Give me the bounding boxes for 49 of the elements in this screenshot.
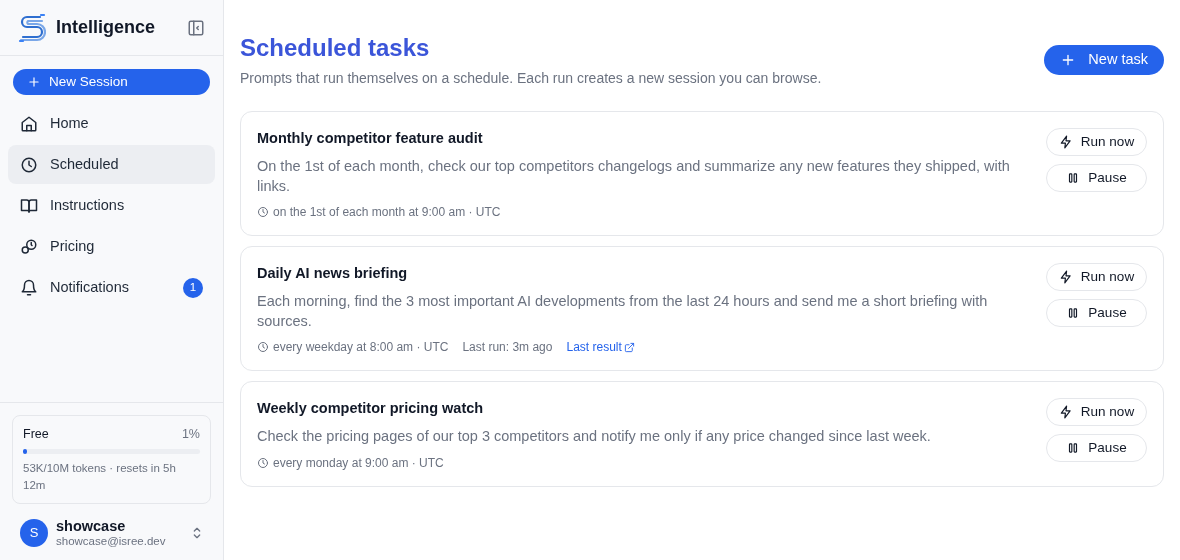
last-result-link[interactable]: Last result	[566, 338, 635, 357]
nav-item[interactable]: Pricing	[8, 227, 215, 266]
lightning-icon	[1058, 405, 1073, 420]
pause-button[interactable]: Pause	[1046, 163, 1147, 192]
home-icon	[20, 114, 38, 133]
nav-item[interactable]: Scheduled	[8, 145, 215, 184]
task-schedule: every weekday at 8:00 am · UTC	[273, 339, 449, 357]
book-icon	[20, 196, 38, 215]
sidebar-collapse-icon[interactable]	[187, 18, 205, 37]
task-schedule: on the 1st of each month at 9:00 am · UTC	[273, 204, 501, 222]
logo-icon	[18, 11, 46, 44]
user-avatar: S	[20, 519, 48, 548]
brand-name: Intelligence	[56, 16, 156, 39]
plan-name: Free	[23, 425, 49, 443]
bell-icon	[20, 278, 38, 297]
user-email: showcase@isree.dev	[56, 534, 166, 548]
page-subtitle: Prompts that run themselves on a schedule. Each run creates a new session you can browse.	[240, 68, 822, 88]
task-description: Each morning, find the 3 most important AI developments from the last 24 hours and send me a short briefing with sources.	[257, 291, 989, 332]
pause-button[interactable]: Pause	[1046, 434, 1147, 463]
task-description: On the 1st of each month, check our top competitors changelogs and summarize any new features they shipped, with links.	[257, 156, 1011, 196]
new-task-button[interactable]: New task	[1044, 45, 1164, 75]
pause-button[interactable]: Pause	[1046, 299, 1147, 328]
usage-percent: 1%	[181, 425, 200, 443]
nav-item[interactable]: Notifications 1	[8, 268, 215, 307]
new-session-button[interactable]: New Session	[13, 69, 210, 95]
run-now-button[interactable]: Run now	[1046, 398, 1147, 427]
usage-detail: 53K/10M tokens · resets in 5h 12m	[23, 460, 177, 493]
run-now-button[interactable]: Run now	[1046, 127, 1147, 156]
run-now-button[interactable]: Run now	[1046, 263, 1147, 292]
lightning-icon	[1058, 270, 1073, 285]
page-title: Scheduled tasks	[240, 34, 431, 63]
task-title: Weekly competitor pricing watch	[257, 399, 485, 419]
clock-icon	[257, 206, 269, 219]
notification-count: 1	[183, 277, 203, 298]
nav-item[interactable]: Home	[8, 104, 215, 143]
user-name: showcase	[56, 518, 127, 535]
task-title: Daily AI news briefing	[257, 264, 409, 284]
task-description: Check the pricing pages of our top 3 competitors and notify me only if any price changed since last week.	[257, 427, 932, 447]
last-run: Last run: 3m ago	[462, 339, 553, 357]
nav-item[interactable]: Instructions	[8, 186, 215, 225]
task-title: Monthly competitor feature audit	[257, 128, 484, 148]
external-link-icon	[623, 342, 635, 353]
clock-icon	[257, 341, 269, 354]
coins-icon	[20, 237, 38, 256]
task-schedule: every monday at 9:00 am · UTC	[273, 454, 444, 472]
lightning-icon	[1058, 134, 1073, 149]
plus-icon	[27, 75, 41, 89]
clock-icon	[20, 155, 38, 174]
clock-icon	[257, 456, 269, 469]
